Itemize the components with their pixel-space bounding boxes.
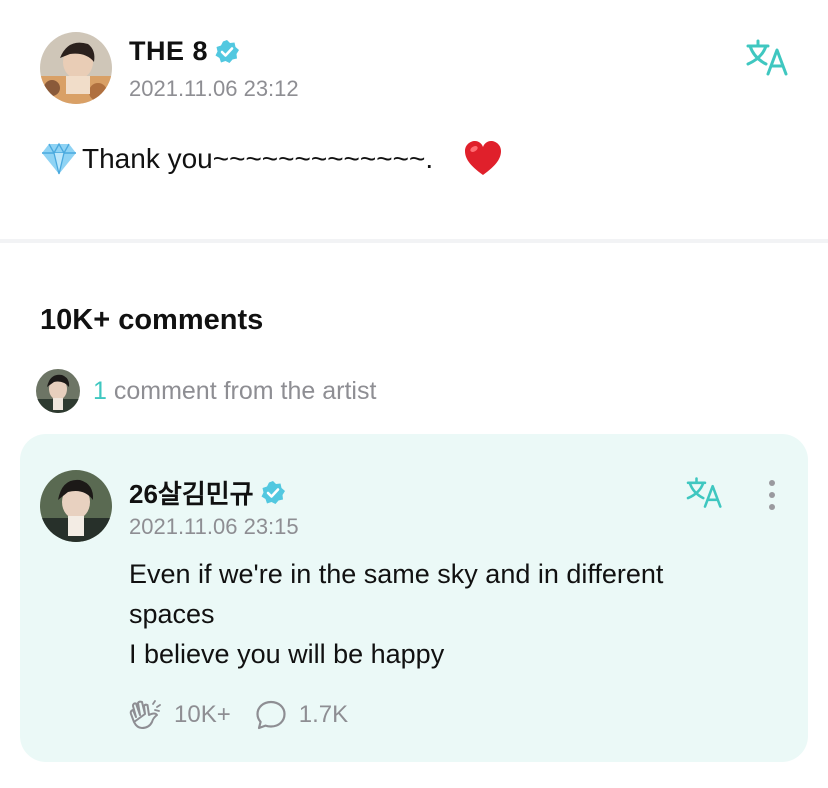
comment-text: Even if we're in the same sky and in dif… (129, 554, 769, 674)
cheer-hands-icon (129, 700, 161, 729)
section-divider (0, 239, 828, 243)
comment-line: I believe you will be happy (129, 639, 445, 669)
speech-bubble-icon (256, 700, 286, 730)
artist-comments-text: 1 comment from the artist (93, 377, 376, 406)
verified-badge-icon (260, 480, 286, 506)
gem-stone-icon (40, 142, 78, 176)
comments-count-heading: 10K+ comments (40, 304, 264, 336)
post-body: Thank you~~~~~~~~~~~~~. (40, 140, 503, 178)
reply-count: 1.7K (298, 701, 349, 728)
like-button[interactable]: 10K+ (128, 700, 231, 730)
commenter-avatar[interactable] (40, 470, 112, 542)
artist-comments-label: comment from the artist (106, 376, 377, 405)
reply-button[interactable]: 1.7K (255, 700, 348, 730)
comment-line: spaces (129, 599, 215, 629)
post-timestamp: 2021.11.06 23:12 (129, 76, 299, 101)
verified-badge-icon (214, 39, 240, 65)
comment-timestamp: 2021.11.06 23:15 (129, 514, 299, 539)
post-text: Thank you~~~~~~~~~~~~~. (82, 143, 434, 174)
post-header: THE 8 2021.11.06 23:12 (40, 32, 800, 104)
red-heart-icon (463, 140, 503, 178)
commenter-name-text: 26살김민규 (129, 479, 254, 509)
artist-comment-card: 26살김민규 2021.11.06 23:15 Even if we're in… (20, 434, 808, 762)
commenter-name[interactable]: 26살김민규 (129, 474, 286, 511)
translate-icon[interactable] (684, 476, 726, 510)
like-count: 10K+ (174, 701, 231, 728)
artist-avatar (36, 369, 80, 413)
author-name-text: THE 8 (129, 36, 209, 66)
artist-comments-link[interactable]: 1 comment from the artist (36, 368, 376, 414)
author-name[interactable]: THE 8 (129, 36, 240, 67)
comment-actions: 10K+ 1.7K (128, 698, 348, 732)
more-vertical-icon[interactable] (764, 478, 780, 512)
artist-comments-count: 1 (93, 376, 107, 405)
author-avatar[interactable] (40, 32, 112, 104)
comment-line: Even if we're in the same sky and in dif… (129, 559, 664, 589)
translate-icon[interactable] (744, 38, 792, 78)
